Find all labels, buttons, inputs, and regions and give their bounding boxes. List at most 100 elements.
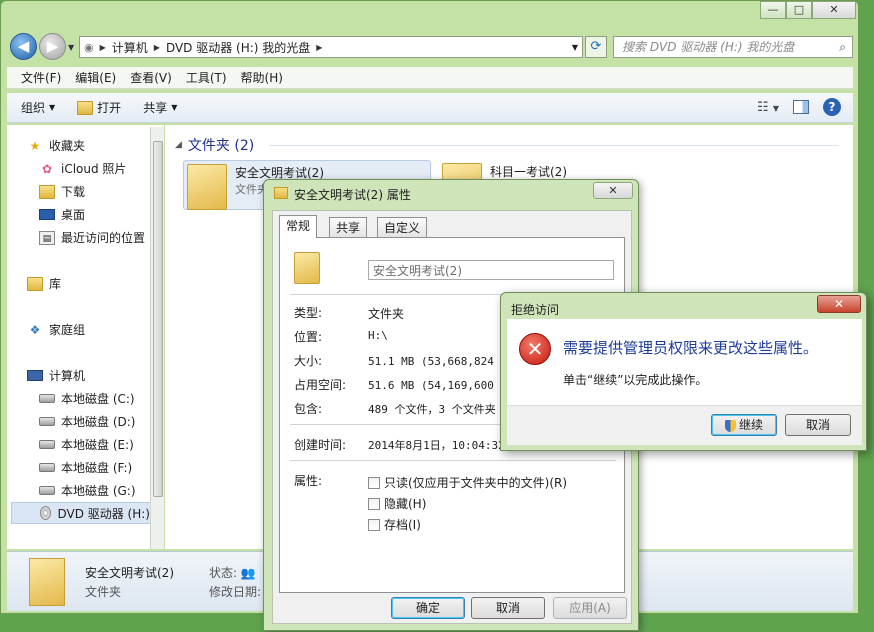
caret-down-icon: ▼ bbox=[49, 103, 56, 112]
downloads-folder-icon bbox=[39, 184, 55, 199]
star-icon: ★ bbox=[29, 138, 41, 153]
menu-view[interactable]: 查看(V) bbox=[124, 69, 178, 86]
nav-label: 本地磁盘 (E:) bbox=[61, 438, 134, 452]
collapse-triangle-icon[interactable]: ◢ bbox=[175, 140, 182, 150]
refresh-button[interactable]: ⟳ bbox=[585, 36, 607, 58]
nav-label: 本地磁盘 (C:) bbox=[61, 392, 135, 406]
nav-label: DVD 驱动器 (H:) bbox=[57, 506, 150, 521]
maximize-button[interactable]: □ bbox=[786, 1, 812, 19]
address-dropdown-icon[interactable]: ▼ bbox=[572, 43, 578, 52]
nav-label: 下载 bbox=[61, 185, 86, 199]
breadcrumb-dvd[interactable]: DVD 驱动器 (H:) 我的光盘 bbox=[166, 39, 310, 56]
nav-drive-g[interactable]: 本地磁盘 (G:) bbox=[39, 482, 136, 499]
cancel-button[interactable]: 取消 bbox=[785, 414, 851, 436]
users-icon: 👥 bbox=[240, 566, 256, 580]
menu-file[interactable]: 文件(F) bbox=[15, 69, 67, 86]
system-drive-icon bbox=[39, 394, 55, 403]
size-on-disk-value: 51.6 MB (54,169,600 字节) bbox=[368, 379, 508, 392]
nav-label: 最近访问的位置 bbox=[61, 231, 146, 245]
continue-button[interactable]: 继续 bbox=[711, 414, 777, 436]
scrollbar-thumb[interactable] bbox=[153, 141, 163, 497]
divider bbox=[290, 460, 616, 461]
search-input[interactable]: 搜索 DVD 驱动器 (H:) 我的光盘 ⌕ bbox=[613, 36, 853, 58]
navigation-pane: ★ 收藏夹 ✿ iCloud 照片 下载 桌面 ▤ 最近访问的位置 库 ❖ 家庭组 计算… bbox=[7, 125, 164, 549]
folder-name-field[interactable]: 安全文明考试(2) bbox=[368, 260, 614, 280]
group-header[interactable]: ◢ 文件夹 (2) bbox=[175, 135, 254, 155]
status-label: 状态: bbox=[209, 566, 238, 580]
nav-scrollbar[interactable] bbox=[150, 127, 164, 549]
nav-recent-places[interactable]: ▤ 最近访问的位置 bbox=[39, 229, 145, 246]
item-name: 科目一考试(2) bbox=[490, 165, 567, 179]
dialog-content: 单击“继续”以完成此操作。 bbox=[563, 373, 708, 387]
continue-label: 继续 bbox=[738, 418, 763, 432]
ok-button[interactable]: 确定 bbox=[391, 597, 465, 619]
hidden-checkbox[interactable]: 隐藏(H) bbox=[368, 495, 426, 512]
menu-tools[interactable]: 工具(T) bbox=[180, 69, 233, 86]
nav-desktop[interactable]: 桌面 bbox=[39, 206, 85, 223]
nav-drive-f[interactable]: 本地磁盘 (F:) bbox=[39, 459, 132, 476]
tab-customize[interactable]: 自定义 bbox=[377, 217, 428, 237]
window-controls: — □ ✕ bbox=[760, 1, 856, 19]
nav-downloads[interactable]: 下载 bbox=[39, 183, 85, 200]
checkbox-label: 隐藏(H) bbox=[384, 497, 427, 511]
access-denied-dialog: 拒绝访问 ✕ ✕ 需要提供管理员权限来更改这些属性。 单击“继续”以完成此操作。… bbox=[500, 292, 867, 451]
share-label: 共享 bbox=[143, 101, 168, 115]
contains-value: 489 个文件，3 个文件夹 bbox=[368, 403, 496, 416]
group-divider bbox=[269, 145, 839, 146]
tab-sharing[interactable]: 共享 bbox=[329, 217, 368, 237]
arrow-right-icon: ▶ bbox=[46, 37, 59, 55]
cancel-button[interactable]: 取消 bbox=[471, 597, 545, 619]
history-dropdown-icon[interactable]: ▼ bbox=[68, 43, 74, 52]
nav-label: 库 bbox=[49, 277, 62, 291]
chevron-right-icon: ▶ bbox=[153, 42, 160, 52]
dvd-icon bbox=[40, 506, 52, 520]
view-options-icon[interactable]: ☷ ▼ bbox=[757, 100, 779, 115]
apply-button[interactable]: 应用(A) bbox=[553, 597, 627, 619]
address-bar[interactable]: ◉ ▶ 计算机 ▶ DVD 驱动器 (H:) 我的光盘 ▶ ▼ bbox=[79, 36, 583, 58]
menu-help[interactable]: 帮助(H) bbox=[235, 69, 289, 86]
nav-drive-d[interactable]: 本地磁盘 (D:) bbox=[39, 413, 135, 430]
close-button[interactable]: ✕ bbox=[817, 295, 861, 313]
folder-icon bbox=[187, 164, 227, 210]
nav-favorites[interactable]: ★ 收藏夹 bbox=[27, 137, 85, 154]
attributes-label: 属性: bbox=[294, 474, 323, 488]
organize-button[interactable]: 组织 ▼ bbox=[21, 99, 55, 116]
drive-icon bbox=[39, 440, 55, 449]
archive-checkbox[interactable]: 存档(I) bbox=[368, 516, 421, 533]
details-type: 文件夹 bbox=[85, 585, 122, 599]
computer-icon: ◉ bbox=[84, 40, 94, 54]
close-button[interactable]: ✕ bbox=[812, 1, 856, 19]
nav-computer[interactable]: 计算机 bbox=[27, 367, 85, 384]
refresh-icon: ⟳ bbox=[590, 39, 602, 54]
checkbox-label: 只读(仅应用于文件夹中的文件)(R) bbox=[384, 476, 568, 490]
open-button[interactable]: 打开 bbox=[77, 99, 121, 116]
help-icon[interactable]: ? bbox=[823, 98, 841, 116]
nav-drive-c[interactable]: 本地磁盘 (C:) bbox=[39, 390, 135, 407]
type-label: 类型: bbox=[294, 306, 323, 320]
readonly-checkbox[interactable]: 只读(仅应用于文件夹中的文件)(R) bbox=[368, 474, 567, 491]
forward-button[interactable]: ▶ bbox=[39, 33, 66, 60]
nav-label: 本地磁盘 (D:) bbox=[61, 415, 136, 429]
checkbox-box[interactable] bbox=[368, 497, 380, 510]
command-bar: 组织 ▼ 打开 共享 ▼ ☷ ▼ ? bbox=[7, 93, 853, 123]
tab-general[interactable]: 常规 bbox=[279, 215, 318, 238]
nav-drive-e[interactable]: 本地磁盘 (E:) bbox=[39, 436, 134, 453]
menu-edit[interactable]: 编辑(E) bbox=[69, 69, 122, 86]
nav-icloud-photos[interactable]: ✿ iCloud 照片 bbox=[39, 160, 126, 177]
library-icon bbox=[27, 276, 43, 291]
close-button[interactable]: ✕ bbox=[593, 182, 633, 199]
preview-pane-icon[interactable] bbox=[793, 100, 809, 114]
checkbox-box[interactable] bbox=[368, 476, 380, 489]
share-button[interactable]: 共享 ▼ bbox=[143, 99, 177, 116]
nav-dvd-drive[interactable]: DVD 驱动器 (H:) bbox=[11, 502, 151, 524]
nav-homegroup[interactable]: ❖ 家庭组 bbox=[27, 321, 85, 338]
nav-libraries[interactable]: 库 bbox=[27, 275, 61, 292]
nav-label: iCloud 照片 bbox=[61, 162, 127, 176]
checkbox-box[interactable] bbox=[368, 518, 380, 531]
back-button[interactable]: ◀ bbox=[10, 33, 37, 60]
location-label: 位置: bbox=[294, 330, 323, 344]
checkbox-label: 存档(I) bbox=[384, 518, 421, 532]
toolbar-right: ☷ ▼ ? bbox=[757, 98, 841, 116]
minimize-button[interactable]: — bbox=[760, 1, 786, 19]
breadcrumb-computer[interactable]: 计算机 bbox=[112, 39, 148, 56]
